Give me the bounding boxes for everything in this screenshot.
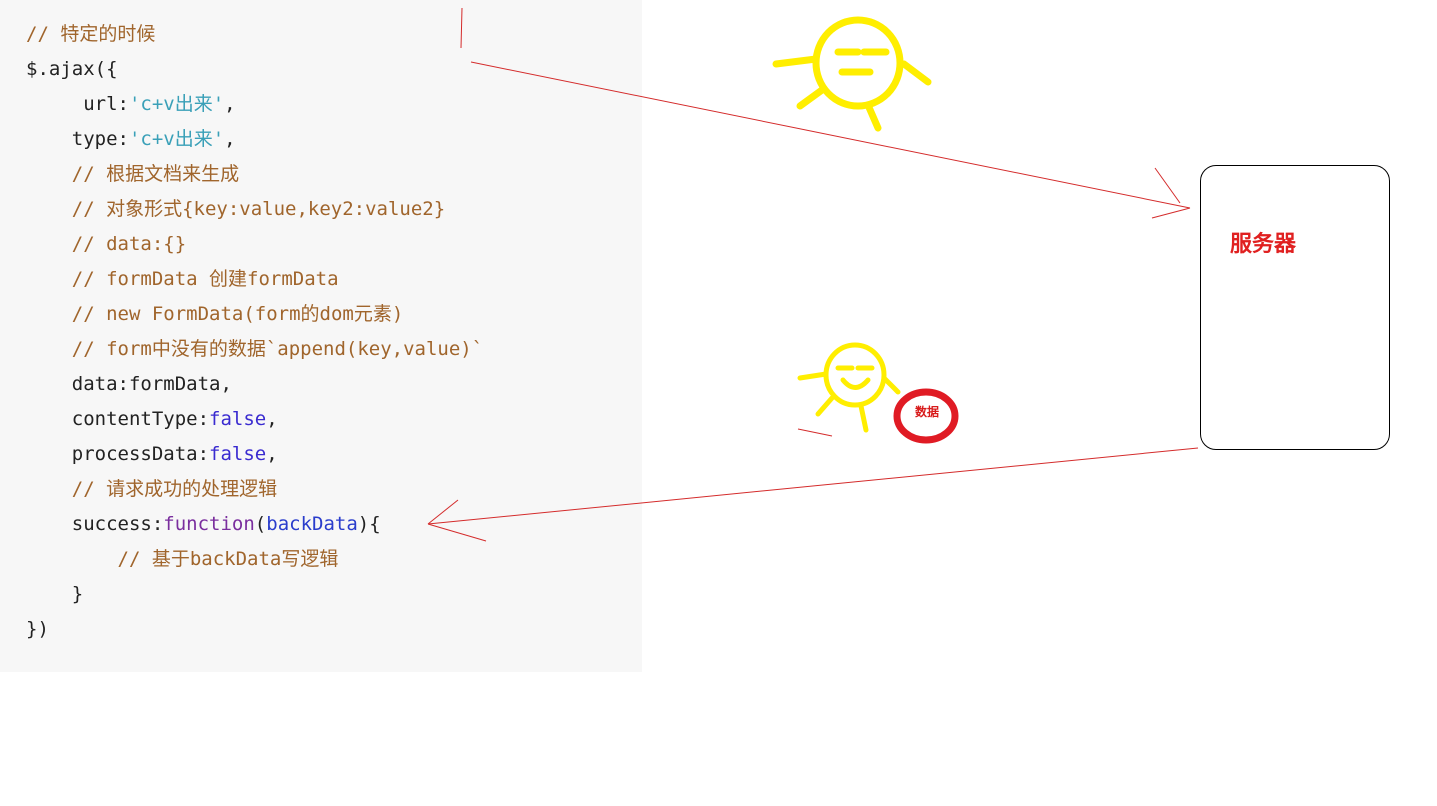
data-label: 数据 (914, 405, 939, 419)
response-arrow (427, 447, 1199, 542)
client-figure-bottom (797, 342, 901, 433)
server-box (1200, 165, 1390, 450)
client-figure-shadow (797, 428, 833, 437)
client-figure-top (772, 16, 932, 132)
server-label: 服务器 (1230, 232, 1297, 257)
